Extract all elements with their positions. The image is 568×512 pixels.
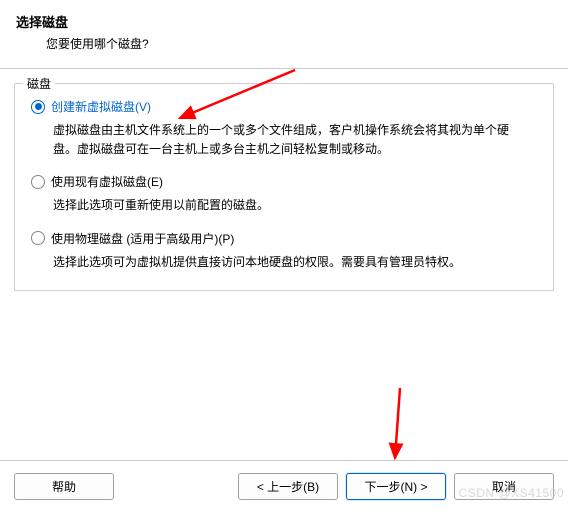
option-desc: 选择此选项可为虚拟机提供直接访问本地硬盘的权限。需要具有管理员特权。 — [53, 253, 513, 272]
disk-group: 磁盘 创建新虚拟磁盘(V) 虚拟磁盘由主机文件系统上的一个或多个文件组成，客户机… — [14, 83, 554, 291]
group-legend: 磁盘 — [23, 75, 55, 92]
option-create-new: 创建新虚拟磁盘(V) 虚拟磁盘由主机文件系统上的一个或多个文件组成，客户机操作系… — [31, 98, 537, 159]
next-button[interactable]: 下一步(N) > — [346, 473, 446, 500]
radio-label: 使用现有虚拟磁盘(E) — [51, 173, 163, 190]
option-desc: 虚拟磁盘由主机文件系统上的一个或多个文件组成，客户机操作系统会将其视为单个硬盘。… — [53, 121, 513, 159]
radio-use-existing[interactable]: 使用现有虚拟磁盘(E) — [31, 173, 537, 190]
radio-icon — [31, 175, 45, 189]
page-subtitle: 您要使用哪个磁盘? — [46, 35, 552, 52]
back-button[interactable]: < 上一步(B) — [238, 473, 338, 500]
footer: 帮助 < 上一步(B) 下一步(N) > 取消 — [0, 460, 568, 500]
option-use-physical: 使用物理磁盘 (适用于高级用户)(P) 选择此选项可为虚拟机提供直接访问本地硬盘… — [31, 230, 537, 272]
radio-icon — [31, 100, 45, 114]
header-divider — [0, 68, 568, 69]
option-desc: 选择此选项可重新使用以前配置的磁盘。 — [53, 196, 513, 215]
help-button[interactable]: 帮助 — [14, 473, 114, 500]
radio-use-physical[interactable]: 使用物理磁盘 (适用于高级用户)(P) — [31, 230, 537, 247]
option-use-existing: 使用现有虚拟磁盘(E) 选择此选项可重新使用以前配置的磁盘。 — [31, 173, 537, 215]
radio-label: 使用物理磁盘 (适用于高级用户)(P) — [51, 230, 234, 247]
cancel-button[interactable]: 取消 — [454, 473, 554, 500]
page-title: 选择磁盘 — [16, 12, 552, 31]
radio-label: 创建新虚拟磁盘(V) — [51, 98, 151, 115]
radio-create-new[interactable]: 创建新虚拟磁盘(V) — [31, 98, 537, 115]
radio-icon — [31, 231, 45, 245]
